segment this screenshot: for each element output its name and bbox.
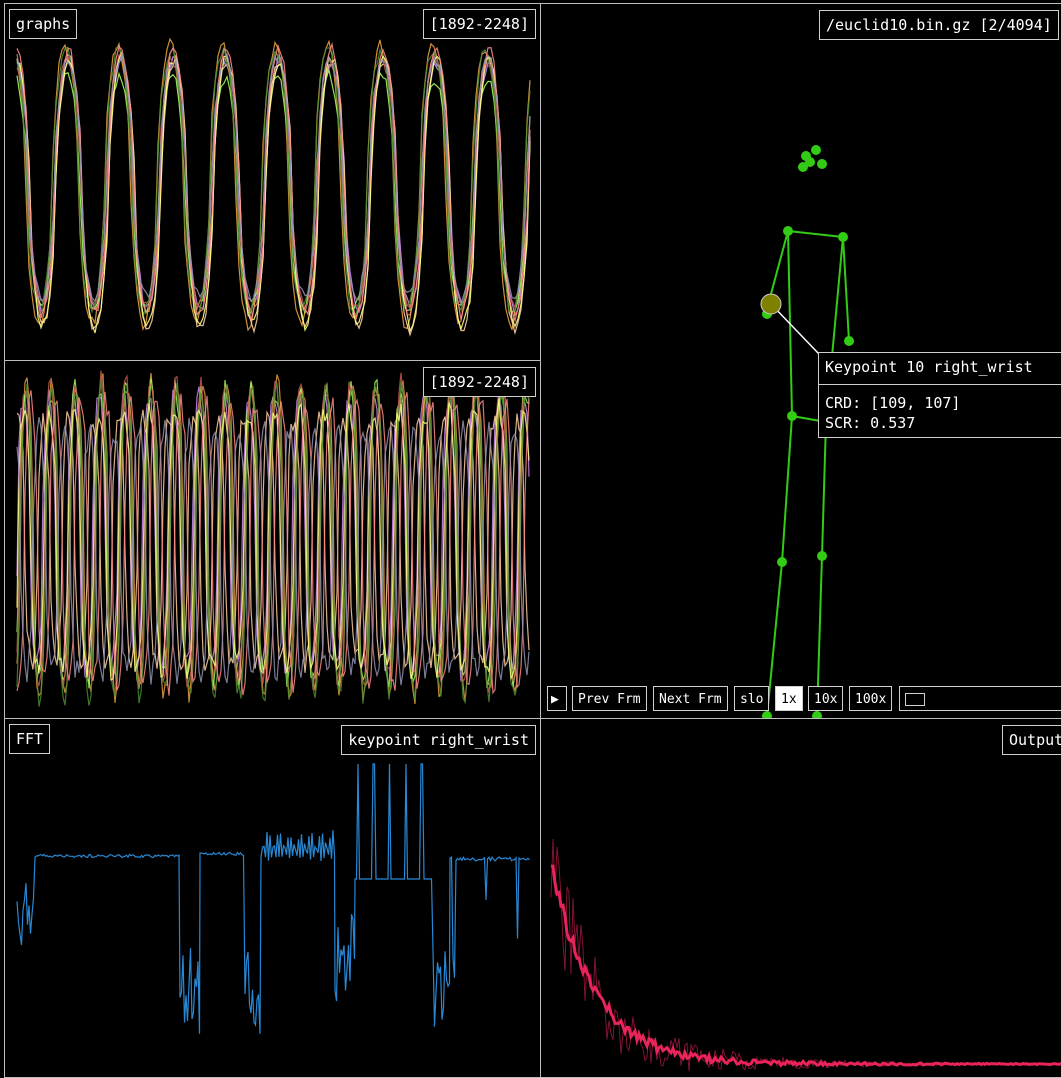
graphs-label: graphs [9,9,78,39]
prev-frame-button[interactable]: Prev Frm [572,686,647,711]
keypoint-dot[interactable] [805,157,815,167]
output-smoothed-line [550,864,1061,1068]
mid-range-label: [1892-2248] [422,367,536,397]
keypoint-dot[interactable] [787,411,797,421]
graphs-mid-panel: [1892-2248] [4,360,542,720]
output-label: Output [1002,725,1061,755]
slow-speed-button[interactable]: slo [734,686,770,711]
speed-100x-button[interactable]: 100x [849,686,893,711]
keypoint-label: keypoint right_wrist [341,725,536,755]
selected-keypoint[interactable] [760,293,782,315]
output-plot [550,838,1061,1072]
fft-plot [16,763,530,1034]
speed-1x-button[interactable]: 1x [775,686,803,711]
frame-slider-thumb[interactable] [905,693,925,706]
fft-panel: FFT keypoint right_wrist [4,718,542,1078]
speed-10x-button[interactable]: 10x [808,686,844,711]
tooltip-scr: SCR: 0.537 [825,414,916,432]
top-series-line [16,51,531,307]
skeleton-bone [842,236,850,342]
graphs-panel: graphs [1892-2248] [4,3,542,361]
skeleton-bone [787,230,844,238]
fft-line [16,763,530,1034]
keypoint-dot[interactable] [777,557,787,567]
graphs-mid-plot [16,370,530,707]
graphs-top-plot [16,37,531,337]
keypoint-dot[interactable] [817,551,827,561]
keypoint-dot[interactable] [817,159,827,169]
play-button[interactable]: ▶ [547,686,567,711]
next-frame-button[interactable]: Next Frm [653,686,728,711]
frame-slider[interactable] [899,686,1061,711]
skeleton-bone [821,421,827,557]
keypoint-tooltip: Keypoint 10 right_wrist CRD: [109, 107] … [818,352,1061,438]
skeleton-bone [781,415,793,563]
fft-label: FFT [9,724,51,754]
file-label: /euclid10.bin.gz [2/4094] [819,10,1059,40]
top-range-label: [1892-2248] [422,9,536,39]
keypoint-dot[interactable] [844,336,854,346]
output-raw-line [550,838,1061,1072]
tooltip-title: Keypoint 10 right_wrist [819,353,1061,385]
keypoint-dot[interactable] [811,145,821,155]
keypoint-dot[interactable] [838,232,848,242]
keypoint-dot[interactable] [783,226,793,236]
tooltip-crd: CRD: [109, 107] [825,394,961,412]
output-panel: Output [540,718,1061,1078]
